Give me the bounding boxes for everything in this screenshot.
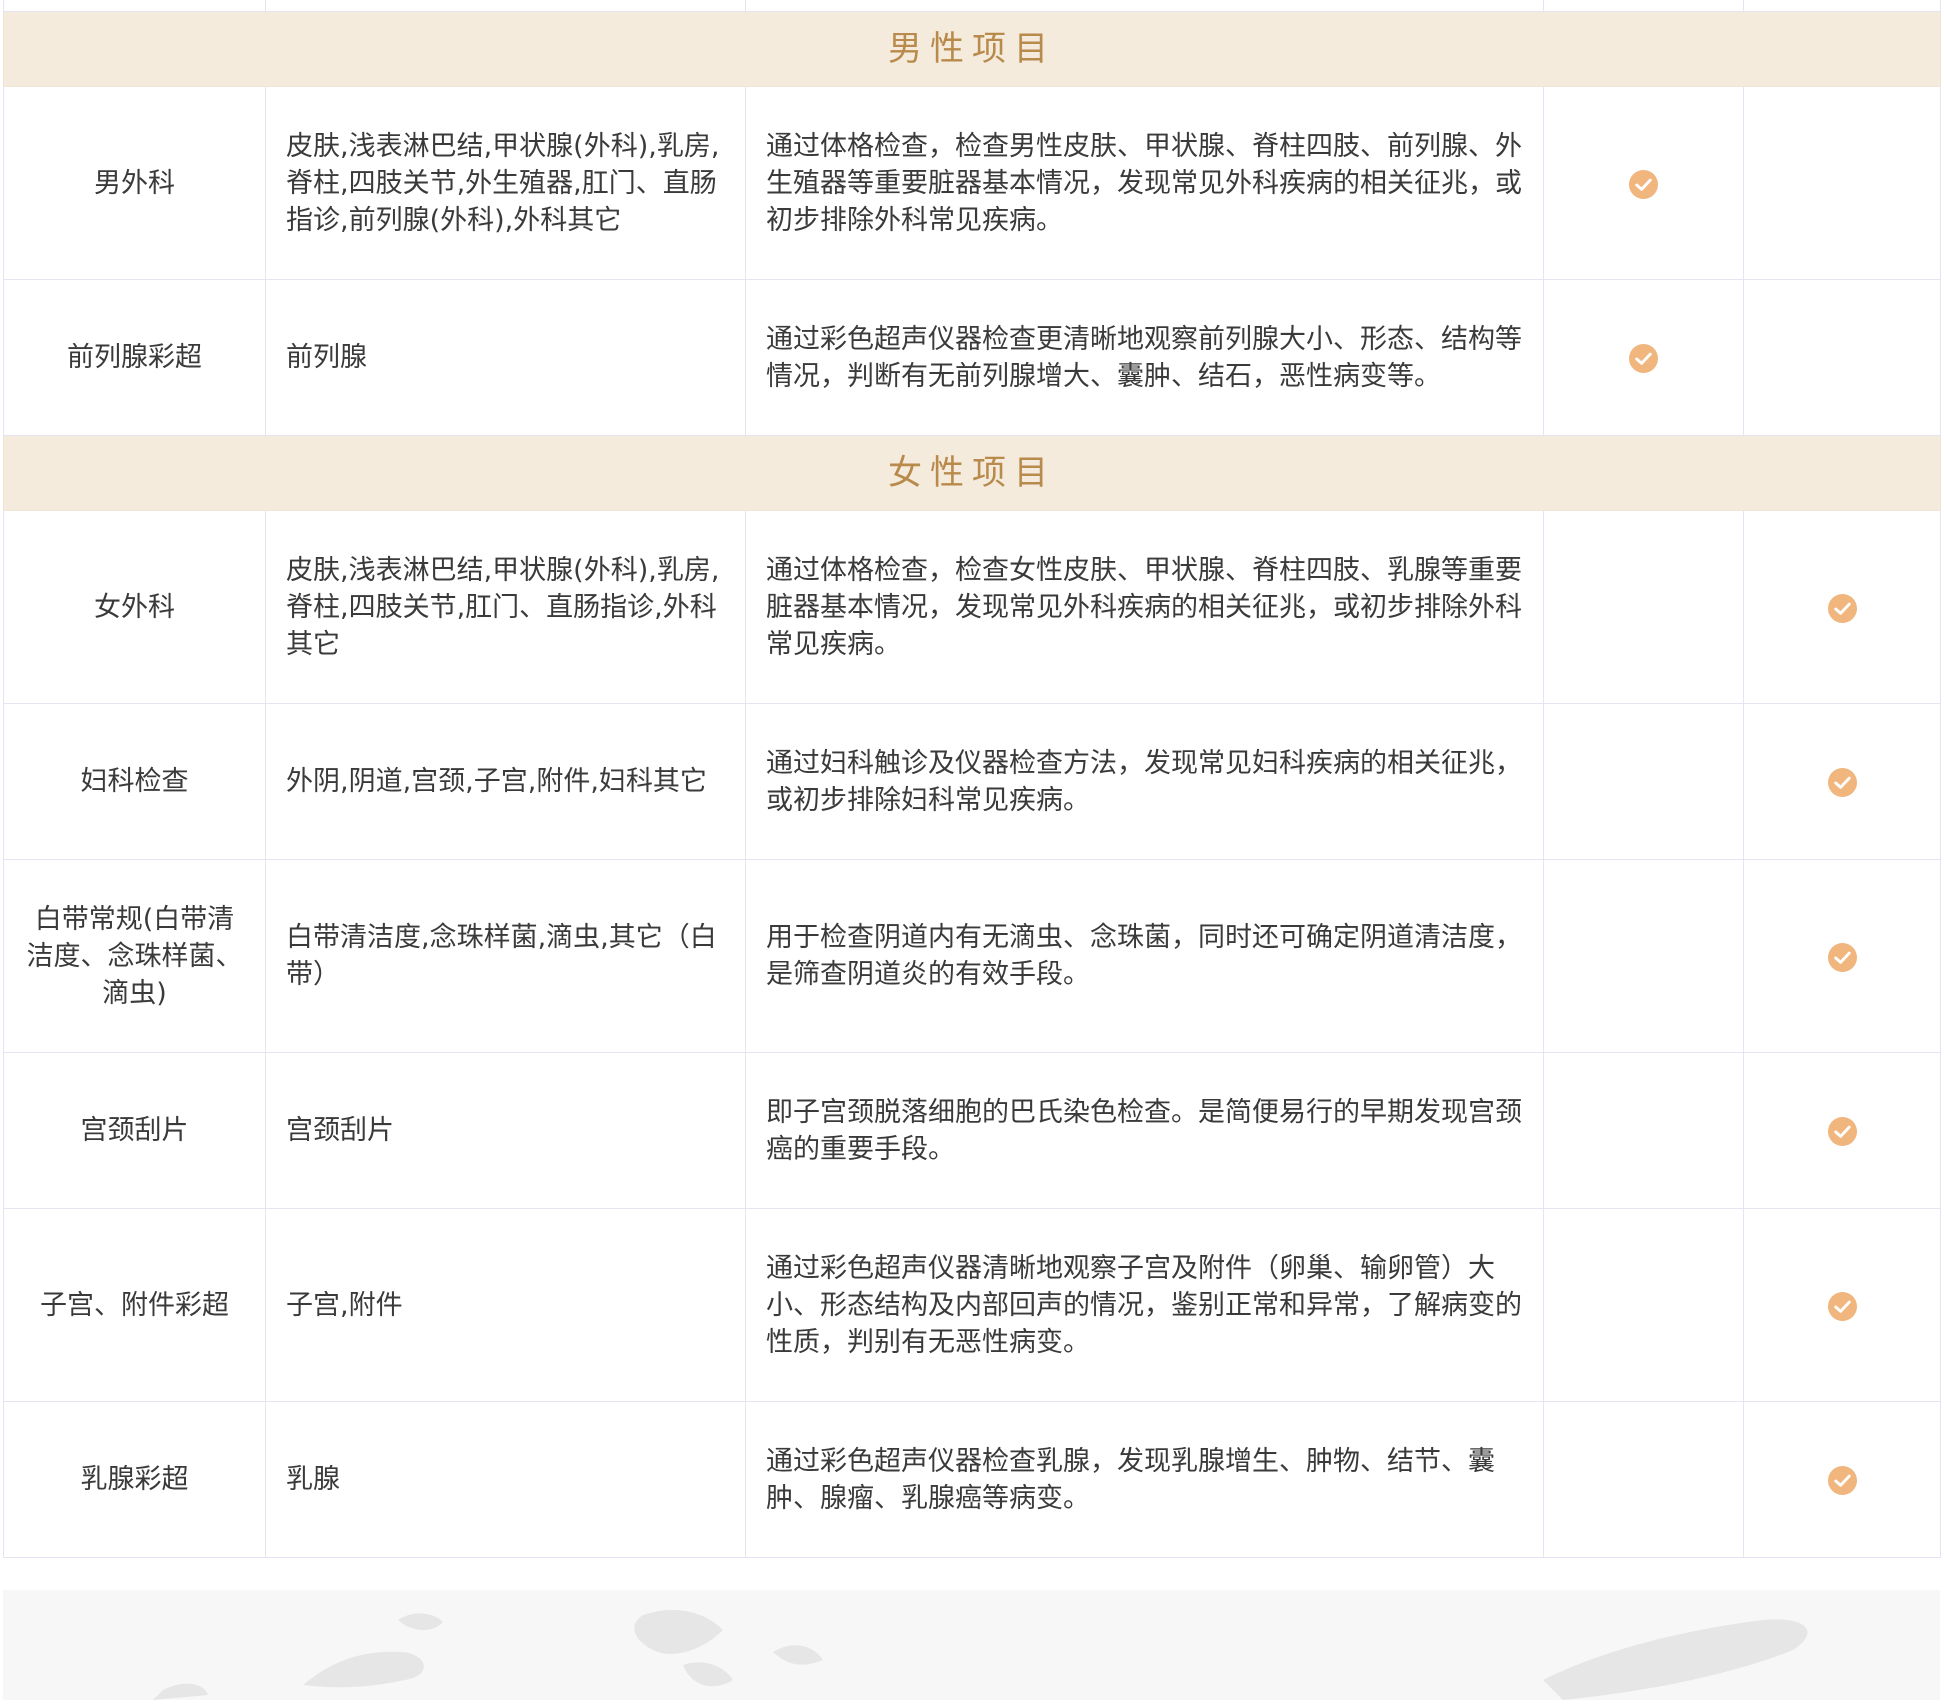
footer-map-background — [3, 1590, 1940, 1700]
table-row: 妇科检查 外阴,阴道,宫颈,子宫,附件,妇科其它 通过妇科触诊及仪器检查方法，发… — [3, 703, 1941, 860]
exam-description: 即子宫颈脱落细胞的巴氏染色检查。是简便易行的早期发现宫颈癌的重要手段。 — [745, 1052, 1544, 1209]
exam-description: 通过妇科触诊及仪器检查方法，发现常见妇科疾病的相关征兆，或初步排除妇科常见疾病。 — [745, 703, 1544, 860]
exam-items: 乳腺 — [265, 1401, 746, 1558]
exam-name: 乳腺彩超 — [3, 1401, 266, 1558]
exam-items: 宫颈刮片 — [265, 1052, 746, 1209]
exam-items: 前列腺 — [265, 279, 746, 436]
exam-name: 男外科 — [3, 86, 266, 280]
exam-description: 通过体格检查，检查女性皮肤、甲状腺、脊柱四肢、乳腺等重要脏器基本情况，发现常见外… — [745, 510, 1544, 704]
exam-description: 通过体格检查，检查男性皮肤、甲状腺、脊柱四肢、前列腺、外生殖器等重要脏器基本情况… — [745, 86, 1544, 280]
exam-name: 女外科 — [3, 510, 266, 704]
section-title: 男性项目 — [3, 11, 1941, 87]
table-row: 前列腺彩超 前列腺 通过彩色超声仪器检查更清晰地观察前列腺大小、形态、结构等情况… — [3, 279, 1941, 436]
female-mark-cell — [1743, 510, 1941, 704]
table-row: 男外科 皮肤,浅表淋巴结,甲状腺(外科),乳房,脊柱,四肢关节,外生殖器,肛门、… — [3, 86, 1941, 280]
table-row: 子宫、附件彩超 子宫,附件 通过彩色超声仪器清晰地观察子宫及附件（卵巢、输卵管）… — [3, 1208, 1941, 1402]
check-circle-icon — [1827, 767, 1857, 798]
female-mark-cell — [1743, 1208, 1941, 1402]
check-circle-icon — [1827, 1116, 1857, 1147]
female-mark-cell — [1743, 1401, 1941, 1558]
male-mark-cell — [1543, 859, 1744, 1053]
male-mark-cell — [1543, 510, 1744, 704]
section-title: 女性项目 — [3, 435, 1941, 511]
check-circle-icon — [1827, 593, 1857, 623]
exam-table: 男性项目 男外科 皮肤,浅表淋巴结,甲状腺(外科),乳房,脊柱,四肢关节,外生殖… — [3, 0, 1941, 1558]
exam-items: 外阴,阴道,宫颈,子宫,附件,妇科其它 — [265, 703, 746, 860]
exam-name: 妇科检查 — [3, 703, 266, 860]
female-mark-cell — [1743, 86, 1941, 280]
page: 男性项目 男外科 皮肤,浅表淋巴结,甲状腺(外科),乳房,脊柱,四肢关节,外生殖… — [0, 0, 1944, 1700]
exam-name: 前列腺彩超 — [3, 279, 266, 436]
female-mark-cell — [1743, 703, 1941, 860]
female-mark-cell — [1743, 279, 1941, 436]
world-map-decoration — [153, 1610, 1808, 1700]
table-row: 女外科 皮肤,浅表淋巴结,甲状腺(外科),乳房,脊柱,四肢关节,肛门、直肠指诊,… — [3, 510, 1941, 704]
male-mark-cell — [1543, 86, 1744, 280]
table-row: 宫颈刮片 宫颈刮片 即子宫颈脱落细胞的巴氏染色检查。是简便易行的早期发现宫颈癌的… — [3, 1052, 1941, 1209]
exam-items: 皮肤,浅表淋巴结,甲状腺(外科),乳房,脊柱,四肢关节,肛门、直肠指诊,外科其它 — [265, 510, 746, 704]
female-mark-cell — [1743, 1052, 1941, 1209]
exam-items: 白带清洁度,念珠样菌,滴虫,其它（白带） — [265, 859, 746, 1053]
check-circle-icon — [1827, 1465, 1857, 1496]
male-mark-cell — [1543, 279, 1744, 436]
check-circle-icon — [1827, 942, 1857, 972]
male-mark-cell — [1543, 1208, 1744, 1402]
exam-name: 白带常规(白带清洁度、念珠样菌、滴虫) — [3, 859, 266, 1053]
male-mark-cell — [1543, 1401, 1744, 1558]
exam-items: 子宫,附件 — [265, 1208, 746, 1402]
exam-items: 皮肤,浅表淋巴结,甲状腺(外科),乳房,脊柱,四肢关节,外生殖器,肛门、直肠指诊… — [265, 86, 746, 280]
section-header-male: 男性项目 — [3, 11, 1941, 87]
exam-description: 用于检查阴道内有无滴虫、念珠菌，同时还可确定阴道清洁度，是筛查阴道炎的有效手段。 — [745, 859, 1544, 1053]
female-mark-cell — [1743, 859, 1941, 1053]
table-row-top-stub — [3, 0, 1941, 12]
check-circle-icon — [1628, 169, 1659, 199]
exam-description: 通过彩色超声仪器检查更清晰地观察前列腺大小、形态、结构等情况，判断有无前列腺增大… — [745, 279, 1544, 436]
exam-description: 通过彩色超声仪器清晰地观察子宫及附件（卵巢、输卵管）大小、形态结构及内部回声的情… — [745, 1208, 1544, 1402]
exam-description: 通过彩色超声仪器检查乳腺，发现乳腺增生、肿物、结节、囊肿、腺瘤、乳腺癌等病变。 — [745, 1401, 1544, 1558]
check-circle-icon — [1628, 343, 1659, 374]
male-mark-cell — [1543, 703, 1744, 860]
check-circle-icon — [1827, 1291, 1857, 1321]
table-row: 白带常规(白带清洁度、念珠样菌、滴虫) 白带清洁度,念珠样菌,滴虫,其它（白带）… — [3, 859, 1941, 1053]
table-row: 乳腺彩超 乳腺 通过彩色超声仪器检查乳腺，发现乳腺增生、肿物、结节、囊肿、腺瘤、… — [3, 1401, 1941, 1558]
exam-name: 宫颈刮片 — [3, 1052, 266, 1209]
male-mark-cell — [1543, 1052, 1744, 1209]
section-header-female: 女性项目 — [3, 435, 1941, 511]
exam-name: 子宫、附件彩超 — [3, 1208, 266, 1402]
